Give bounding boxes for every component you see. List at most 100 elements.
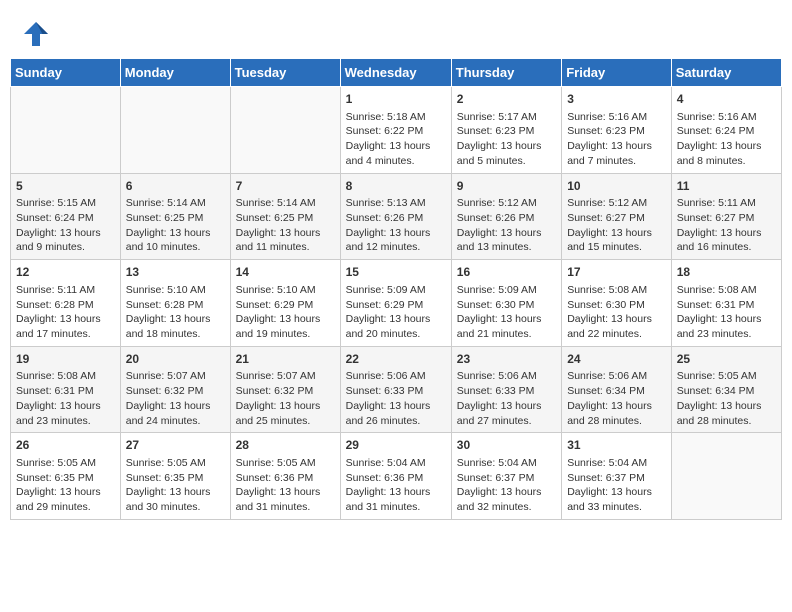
day-number: 28	[236, 437, 335, 454]
day-number: 3	[567, 91, 666, 108]
calendar-cell: 24Sunrise: 5:06 AMSunset: 6:34 PMDayligh…	[562, 346, 672, 433]
calendar-cell: 23Sunrise: 5:06 AMSunset: 6:33 PMDayligh…	[451, 346, 561, 433]
day-number: 15	[346, 264, 446, 281]
header-tuesday: Tuesday	[230, 59, 340, 87]
day-info: Sunrise: 5:10 AMSunset: 6:28 PMDaylight:…	[126, 283, 225, 342]
calendar-week-row: 26 Sunrise: 5:05 AMSunset: 6:35 PMDayligh…	[11, 433, 782, 520]
calendar-cell: 8Sunrise: 5:13 AMSunset: 6:26 PMDaylight…	[340, 173, 451, 260]
day-number: 30	[457, 437, 556, 454]
calendar-cell: 19Sunrise: 5:08 AMSunset: 6:31 PMDayligh…	[11, 346, 121, 433]
calendar-cell: 11Sunrise: 5:11 AMSunset: 6:27 PMDayligh…	[671, 173, 781, 260]
calendar-week-row: 12 Sunrise: 5:11 AMSunset: 6:28 PMDayligh…	[11, 260, 782, 347]
calendar-cell	[671, 433, 781, 520]
calendar-cell: 7Sunrise: 5:14 AMSunset: 6:25 PMDaylight…	[230, 173, 340, 260]
calendar-cell: 1 Sunrise: 5:18 AMSunset: 6:22 PMDaylight…	[340, 87, 451, 174]
day-info: Sunrise: 5:04 AMSunset: 6:36 PMDaylight:…	[346, 456, 446, 515]
day-number: 14	[236, 264, 335, 281]
calendar-cell	[230, 87, 340, 174]
day-number: 1	[346, 91, 446, 108]
day-number: 27	[126, 437, 225, 454]
calendar-cell: 20Sunrise: 5:07 AMSunset: 6:32 PMDayligh…	[120, 346, 230, 433]
day-info: Sunrise: 5:12 AMSunset: 6:26 PMDaylight:…	[457, 196, 556, 255]
header-sunday: Sunday	[11, 59, 121, 87]
calendar-cell: 5Sunrise: 5:15 AMSunset: 6:24 PMDaylight…	[11, 173, 121, 260]
calendar-cell: 30Sunrise: 5:04 AMSunset: 6:37 PMDayligh…	[451, 433, 561, 520]
calendar-cell: 3 Sunrise: 5:16 AMSunset: 6:23 PMDaylight…	[562, 87, 672, 174]
day-info: Sunrise: 5:09 AMSunset: 6:29 PMDaylight:…	[346, 283, 446, 342]
day-number: 6	[126, 178, 225, 195]
calendar-cell: 27 Sunrise: 5:05 AMSunset: 6:35 PMDayligh…	[120, 433, 230, 520]
calendar-cell: 26 Sunrise: 5:05 AMSunset: 6:35 PMDayligh…	[11, 433, 121, 520]
calendar-cell: 2 Sunrise: 5:17 AMSunset: 6:23 PMDaylight…	[451, 87, 561, 174]
day-info: Sunrise: 5:09 AMSunset: 6:30 PMDaylight:…	[457, 283, 556, 342]
day-number: 21	[236, 351, 335, 368]
day-number: 9	[457, 178, 556, 195]
calendar-cell	[120, 87, 230, 174]
calendar-cell: 31Sunrise: 5:04 AMSunset: 6:37 PMDayligh…	[562, 433, 672, 520]
day-number: 8	[346, 178, 446, 195]
day-info: Sunrise: 5:05 AMSunset: 6:34 PMDaylight:…	[677, 369, 776, 428]
day-number: 24	[567, 351, 666, 368]
calendar-cell: 22Sunrise: 5:06 AMSunset: 6:33 PMDayligh…	[340, 346, 451, 433]
calendar-cell: 25Sunrise: 5:05 AMSunset: 6:34 PMDayligh…	[671, 346, 781, 433]
calendar-cell	[11, 87, 121, 174]
header-saturday: Saturday	[671, 59, 781, 87]
calendar-header-row: SundayMondayTuesdayWednesdayThursdayFrid…	[11, 59, 782, 87]
logo	[20, 18, 56, 50]
calendar-cell: 15 Sunrise: 5:09 AMSunset: 6:29 PMDayligh…	[340, 260, 451, 347]
page-header	[10, 10, 782, 54]
calendar-cell: 12 Sunrise: 5:11 AMSunset: 6:28 PMDayligh…	[11, 260, 121, 347]
day-info: Sunrise: 5:05 AMSunset: 6:35 PMDaylight:…	[16, 456, 115, 515]
logo-icon	[20, 18, 52, 50]
day-info: Sunrise: 5:14 AMSunset: 6:25 PMDaylight:…	[236, 196, 335, 255]
header-monday: Monday	[120, 59, 230, 87]
day-number: 7	[236, 178, 335, 195]
day-info: Sunrise: 5:16 AMSunset: 6:23 PMDaylight:…	[567, 110, 666, 169]
day-number: 17	[567, 264, 666, 281]
day-info: Sunrise: 5:11 AMSunset: 6:27 PMDaylight:…	[677, 196, 776, 255]
day-info: Sunrise: 5:11 AMSunset: 6:28 PMDaylight:…	[16, 283, 115, 342]
day-info: Sunrise: 5:15 AMSunset: 6:24 PMDaylight:…	[16, 196, 115, 255]
calendar-cell: 29Sunrise: 5:04 AMSunset: 6:36 PMDayligh…	[340, 433, 451, 520]
day-info: Sunrise: 5:17 AMSunset: 6:23 PMDaylight:…	[457, 110, 556, 169]
calendar-cell: 4 Sunrise: 5:16 AMSunset: 6:24 PMDaylight…	[671, 87, 781, 174]
day-number: 25	[677, 351, 776, 368]
day-info: Sunrise: 5:18 AMSunset: 6:22 PMDaylight:…	[346, 110, 446, 169]
day-info: Sunrise: 5:06 AMSunset: 6:34 PMDaylight:…	[567, 369, 666, 428]
day-info: Sunrise: 5:07 AMSunset: 6:32 PMDaylight:…	[236, 369, 335, 428]
calendar-table: SundayMondayTuesdayWednesdayThursdayFrid…	[10, 58, 782, 520]
calendar-cell: 6Sunrise: 5:14 AMSunset: 6:25 PMDaylight…	[120, 173, 230, 260]
day-number: 22	[346, 351, 446, 368]
day-info: Sunrise: 5:06 AMSunset: 6:33 PMDaylight:…	[346, 369, 446, 428]
day-info: Sunrise: 5:08 AMSunset: 6:31 PMDaylight:…	[677, 283, 776, 342]
calendar-cell: 14Sunrise: 5:10 AMSunset: 6:29 PMDayligh…	[230, 260, 340, 347]
calendar-cell: 16 Sunrise: 5:09 AMSunset: 6:30 PMDayligh…	[451, 260, 561, 347]
day-number: 11	[677, 178, 776, 195]
day-number: 26	[16, 437, 115, 454]
day-number: 12	[16, 264, 115, 281]
day-number: 16	[457, 264, 556, 281]
day-number: 5	[16, 178, 115, 195]
header-thursday: Thursday	[451, 59, 561, 87]
day-info: Sunrise: 5:08 AMSunset: 6:30 PMDaylight:…	[567, 283, 666, 342]
calendar-cell: 18Sunrise: 5:08 AMSunset: 6:31 PMDayligh…	[671, 260, 781, 347]
header-friday: Friday	[562, 59, 672, 87]
day-info: Sunrise: 5:07 AMSunset: 6:32 PMDaylight:…	[126, 369, 225, 428]
calendar-week-row: 19Sunrise: 5:08 AMSunset: 6:31 PMDayligh…	[11, 346, 782, 433]
calendar-cell: 10Sunrise: 5:12 AMSunset: 6:27 PMDayligh…	[562, 173, 672, 260]
day-number: 10	[567, 178, 666, 195]
day-number: 4	[677, 91, 776, 108]
day-info: Sunrise: 5:05 AMSunset: 6:36 PMDaylight:…	[236, 456, 335, 515]
day-info: Sunrise: 5:05 AMSunset: 6:35 PMDaylight:…	[126, 456, 225, 515]
calendar-cell: 28 Sunrise: 5:05 AMSunset: 6:36 PMDayligh…	[230, 433, 340, 520]
calendar-cell: 17 Sunrise: 5:08 AMSunset: 6:30 PMDayligh…	[562, 260, 672, 347]
day-info: Sunrise: 5:06 AMSunset: 6:33 PMDaylight:…	[457, 369, 556, 428]
day-info: Sunrise: 5:16 AMSunset: 6:24 PMDaylight:…	[677, 110, 776, 169]
day-info: Sunrise: 5:08 AMSunset: 6:31 PMDaylight:…	[16, 369, 115, 428]
header-wednesday: Wednesday	[340, 59, 451, 87]
day-number: 2	[457, 91, 556, 108]
calendar-cell: 13Sunrise: 5:10 AMSunset: 6:28 PMDayligh…	[120, 260, 230, 347]
day-info: Sunrise: 5:12 AMSunset: 6:27 PMDaylight:…	[567, 196, 666, 255]
day-number: 19	[16, 351, 115, 368]
calendar-week-row: 1 Sunrise: 5:18 AMSunset: 6:22 PMDaylight…	[11, 87, 782, 174]
